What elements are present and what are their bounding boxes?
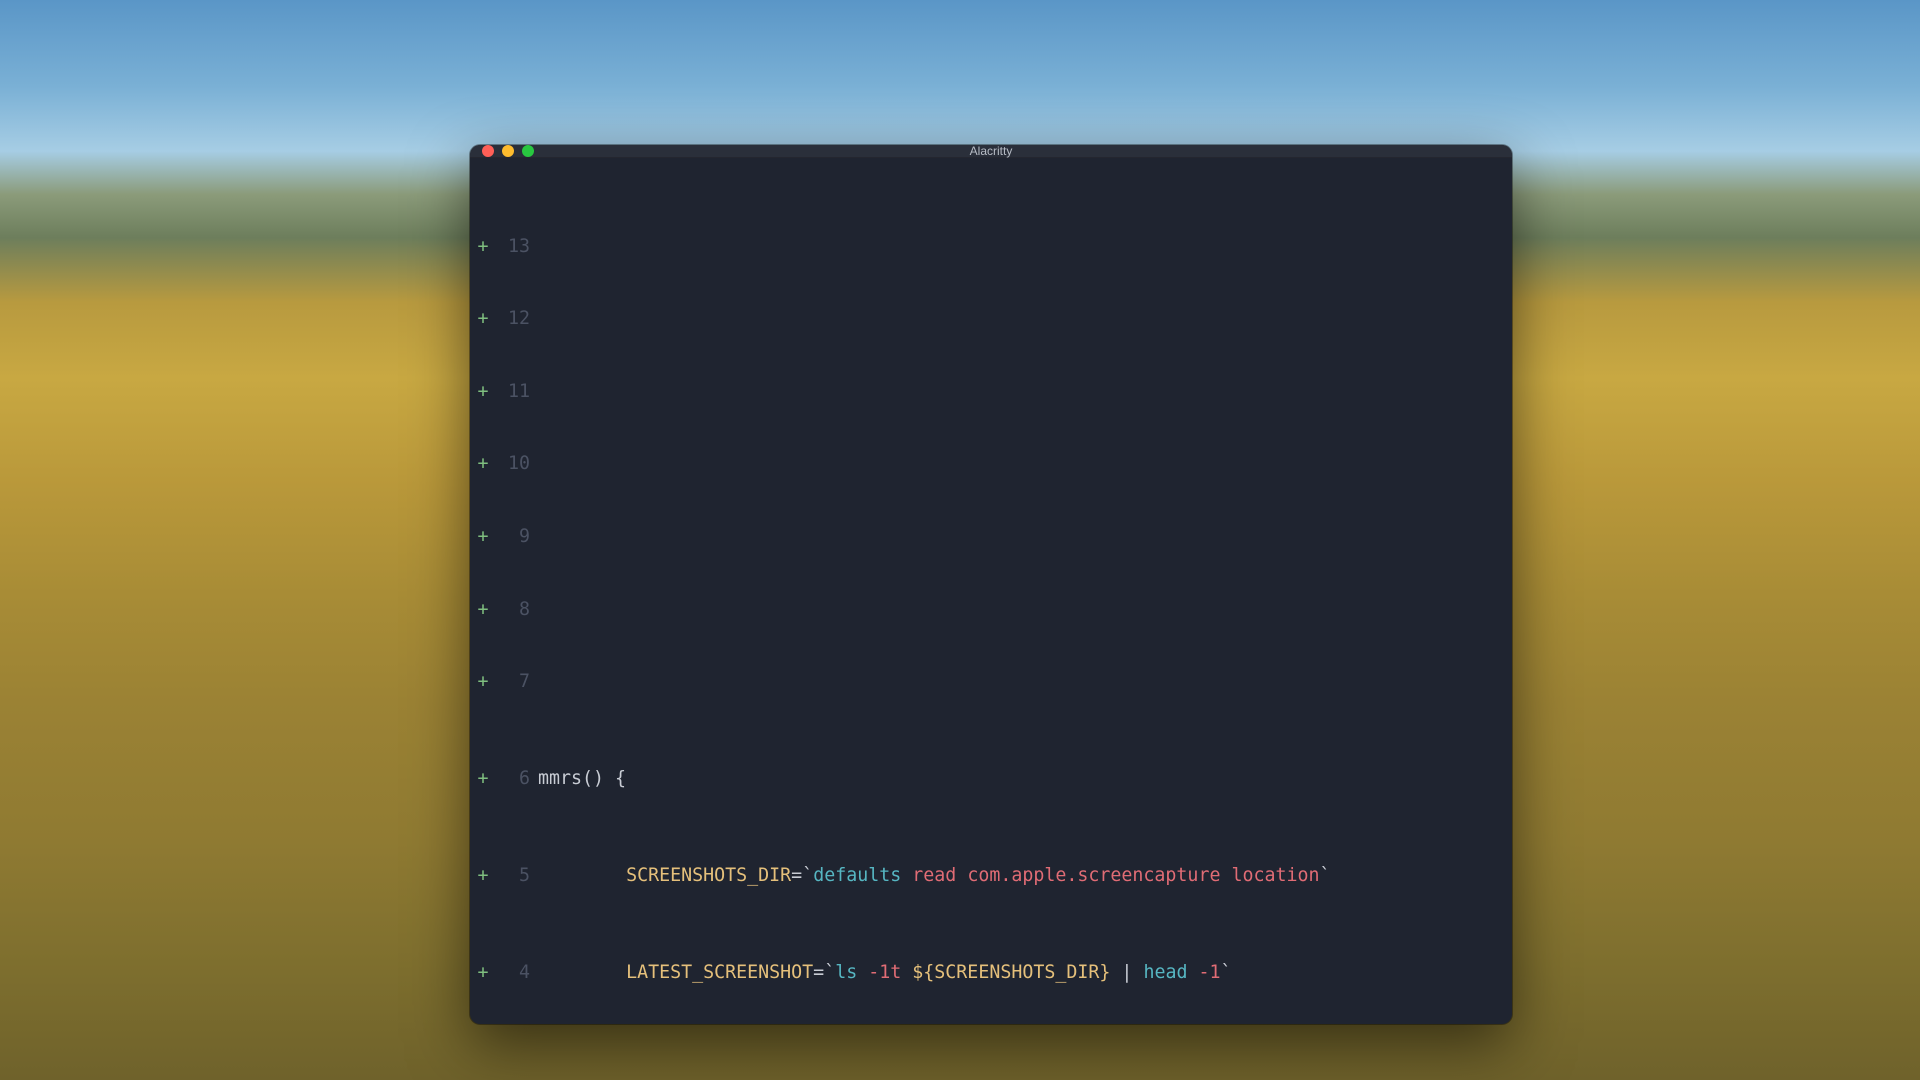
code-line: mmrs() { [538,767,1506,791]
window-title: Alacritty [470,145,1512,158]
diff-sign: + [476,235,490,259]
editor-area[interactable]: +13 +12 +11 +10 +9 +8 +7 +6mmrs() { +5 S… [470,158,1512,1024]
code-line [538,235,1506,259]
desktop-wallpaper: Alacritty +13 +12 +11 +10 +9 +8 +7 +6mmr… [0,0,1920,1080]
titlebar[interactable]: Alacritty [470,145,1512,158]
line-number: 13 [490,235,538,259]
terminal-window: Alacritty +13 +12 +11 +10 +9 +8 +7 +6mmr… [470,145,1512,1024]
